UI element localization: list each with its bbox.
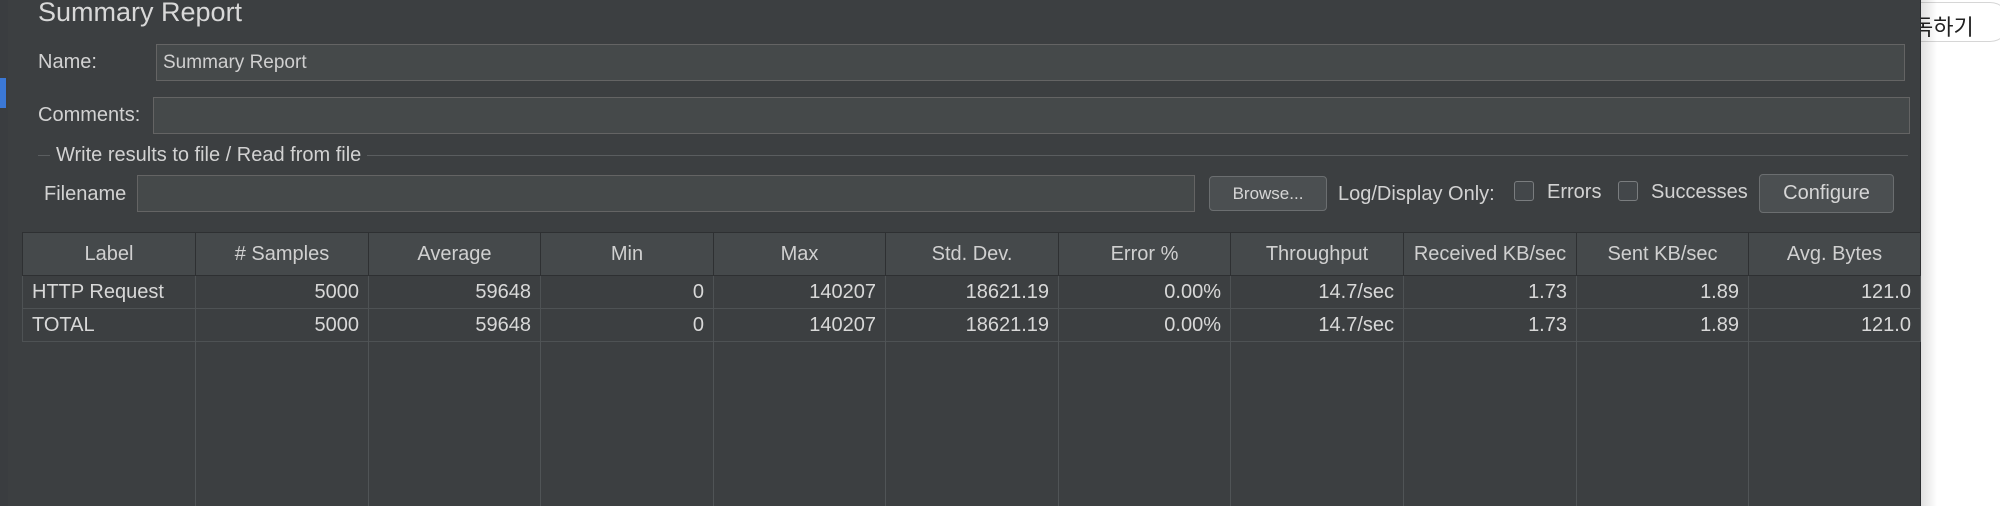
column-header-received-kb[interactable]: Received KB/sec: [1403, 232, 1577, 276]
cell-label: TOTAL: [22, 308, 196, 342]
cell-received-kb: 1.73: [1403, 275, 1577, 309]
filename-label: Filename: [44, 183, 127, 205]
table-row[interactable]: HTTP Request 5000 59648 0 140207 18621.1…: [22, 275, 1921, 309]
filename-field[interactable]: [137, 175, 1195, 212]
cell-avg-bytes: 121.0: [1748, 308, 1921, 342]
table-header-row: Label # Samples Average Min Max Std. Dev…: [22, 232, 1921, 276]
successes-checkbox[interactable]: [1618, 181, 1638, 201]
cell-received-kb: 1.73: [1403, 308, 1577, 342]
page-title: Summary Report: [38, 0, 243, 27]
column-header-average[interactable]: Average: [368, 232, 541, 276]
comments-field[interactable]: [153, 97, 1910, 134]
column-divider: [1230, 341, 1231, 506]
errors-checkbox[interactable]: [1514, 181, 1534, 201]
cell-throughput: 14.7/sec: [1230, 308, 1404, 342]
cell-label: HTTP Request: [22, 275, 196, 309]
cell-min: 0: [540, 308, 714, 342]
column-divider: [713, 341, 714, 506]
column-header-label[interactable]: Label: [22, 232, 196, 276]
cell-average: 59648: [368, 275, 541, 309]
tree-selection-marker: [0, 78, 6, 108]
panel-edge-shadow: [1921, 0, 1937, 506]
column-header-samples[interactable]: # Samples: [195, 232, 369, 276]
configure-button[interactable]: Configure: [1759, 174, 1894, 213]
file-group-title: Write results to file / Read from file: [50, 144, 368, 167]
errors-label: Errors: [1547, 181, 1602, 203]
table-row[interactable]: TOTAL 5000 59648 0 140207 18621.19 0.00%…: [22, 308, 1921, 342]
cell-average: 59648: [368, 308, 541, 342]
cell-error-pct: 0.00%: [1058, 308, 1231, 342]
column-header-sent-kb[interactable]: Sent KB/sec: [1576, 232, 1749, 276]
column-divider: [1058, 341, 1059, 506]
column-divider: [1748, 341, 1749, 506]
cell-max: 140207: [713, 308, 886, 342]
cell-max: 140207: [713, 275, 886, 309]
log-display-only-label: Log/Display Only:: [1338, 183, 1495, 205]
name-label: Name:: [38, 51, 97, 73]
column-divider: [885, 341, 886, 506]
cell-std-dev: 18621.19: [885, 308, 1059, 342]
column-header-min[interactable]: Min: [540, 232, 714, 276]
cell-error-pct: 0.00%: [1058, 275, 1231, 309]
column-divider: [1576, 341, 1577, 506]
column-header-avg-bytes[interactable]: Avg. Bytes: [1748, 232, 1921, 276]
cell-sent-kb: 1.89: [1576, 308, 1749, 342]
cell-samples: 5000: [195, 275, 369, 309]
cell-min: 0: [540, 275, 714, 309]
name-field[interactable]: [156, 44, 1905, 81]
cell-throughput: 14.7/sec: [1230, 275, 1404, 309]
comments-label: Comments:: [38, 104, 141, 126]
successes-label: Successes: [1651, 181, 1748, 203]
column-divider: [1403, 341, 1404, 506]
browse-button[interactable]: Browse...: [1209, 176, 1327, 211]
table-empty-area: [22, 341, 1920, 506]
cell-sent-kb: 1.89: [1576, 275, 1749, 309]
column-header-std-dev[interactable]: Std. Dev.: [885, 232, 1059, 276]
column-header-error-pct[interactable]: Error %: [1058, 232, 1231, 276]
column-divider: [195, 341, 196, 506]
column-header-throughput[interactable]: Throughput: [1230, 232, 1404, 276]
column-header-max[interactable]: Max: [713, 232, 886, 276]
cell-samples: 5000: [195, 308, 369, 342]
cell-avg-bytes: 121.0: [1748, 275, 1921, 309]
summary-table: Label # Samples Average Min Max Std. Dev…: [22, 232, 1921, 342]
cell-std-dev: 18621.19: [885, 275, 1059, 309]
column-divider: [368, 341, 369, 506]
column-divider: [540, 341, 541, 506]
